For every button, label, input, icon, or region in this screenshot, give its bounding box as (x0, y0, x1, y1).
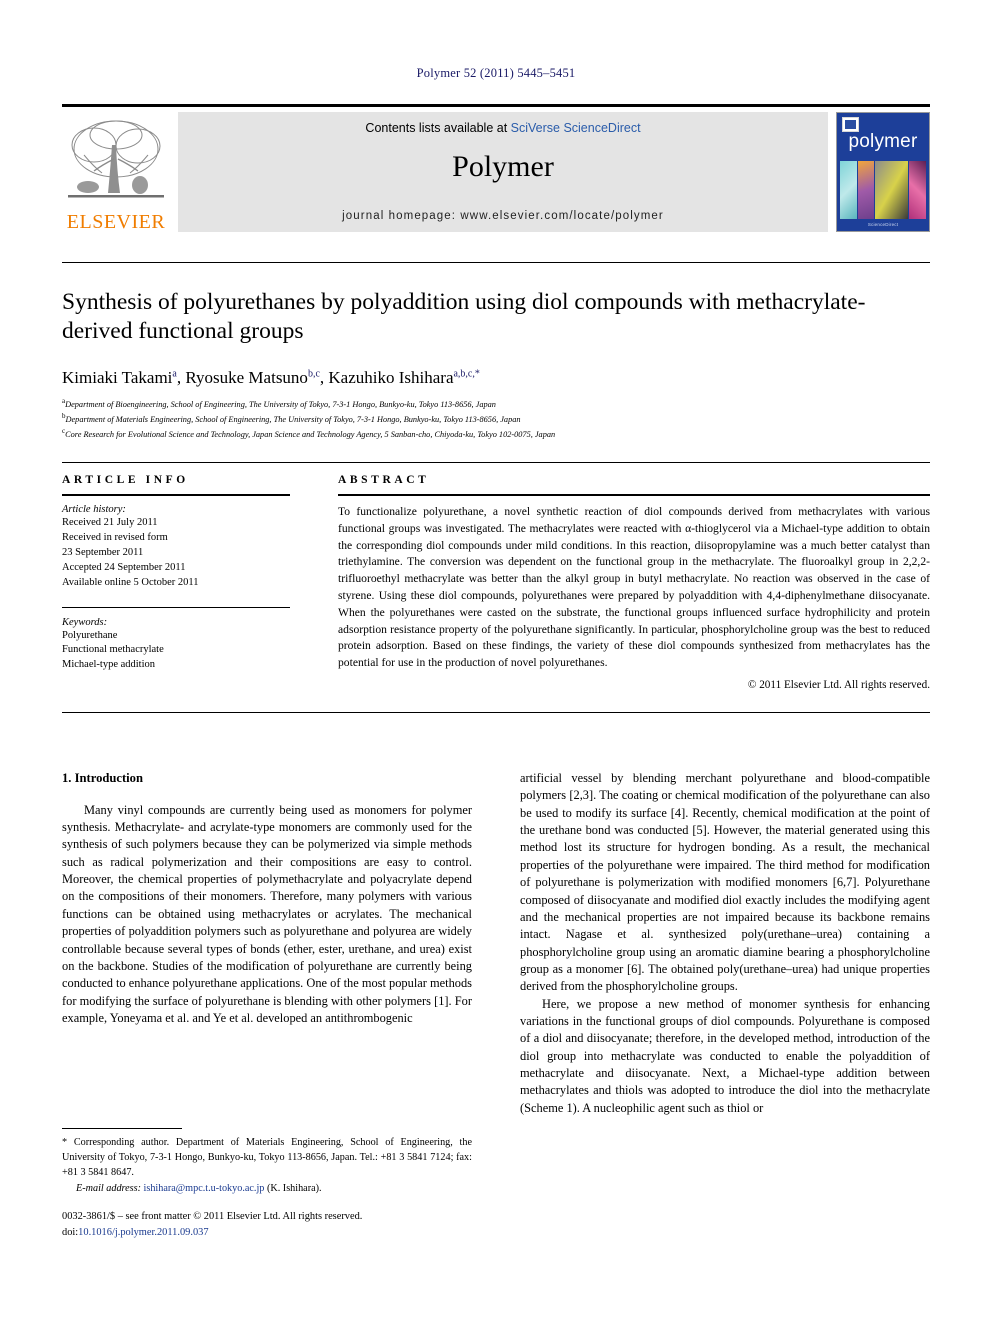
abstract-text: To functionalize polyurethane, a novel s… (338, 505, 930, 670)
email-link[interactable]: ishihara@mpc.t.u-tokyo.ac.jp (144, 1183, 265, 1194)
elsevier-logo: ELSEVIER (62, 112, 170, 232)
author-name: Kimiaki Takami (62, 368, 173, 387)
author-affiliation-marks: a,b,c,* (453, 368, 480, 380)
author-affiliation-marks: b,c (307, 368, 320, 380)
article-history-item: Available online 5 October 2011 (62, 576, 199, 588)
journal-homepage-link[interactable]: journal homepage: www.elsevier.com/locat… (178, 210, 828, 222)
email-address-label: E-mail address: (76, 1183, 141, 1195)
affiliation-item: bDepartment of Materials Engineering, Sc… (62, 411, 922, 426)
abstract-heading: ABSTRACT (338, 474, 430, 486)
affiliation-item: aDepartment of Bioengineering, School of… (62, 396, 922, 411)
corresponding-author-footnote: * Corresponding author. Department of Ma… (62, 1128, 472, 1197)
affiliation-text: Department of Materials Engineering, Sch… (65, 414, 521, 424)
running-head: Polymer 52 (2011) 5445–5451 (416, 66, 576, 80)
page-footer: 0032-3861/$ – see front matter © 2011 El… (62, 1209, 562, 1240)
info-section-bottom-divider (62, 712, 930, 713)
keyword-item: Polyurethane (62, 629, 118, 641)
abstract-divider (338, 494, 930, 496)
journal-masthead: ELSEVIER Contents lists available at Sci… (62, 104, 930, 232)
keyword-item: Functional methacrylate (62, 644, 164, 656)
introduction-heading: 1. Introduction (62, 770, 472, 788)
article-history-item: 23 September 2011 (62, 546, 144, 558)
masthead-center-band: Contents lists available at SciVerse Sci… (178, 112, 828, 232)
author-affiliation-marks: a (172, 368, 177, 380)
cover-footer-text: ScienceDirect (867, 222, 899, 227)
article-history-label: Article history: (62, 504, 126, 515)
footnote-text: * Corresponding author. Department of Ma… (62, 1137, 472, 1178)
article-history-item: Received 21 July 2011 (62, 517, 158, 528)
keyword-item: Michael-type addition (62, 659, 156, 671)
title-divider (62, 262, 930, 263)
affiliation-item: cCore Research for Evolutional Science a… (62, 426, 922, 441)
elsevier-badge-icon (842, 117, 859, 132)
intro-paragraph: Many vinyl compounds are currently being… (62, 802, 472, 1025)
article-history-item: Received in revised form (62, 531, 168, 543)
author-entry: Kazuhiko Ishiharaa,b,c,* (328, 368, 479, 387)
sciencedirect-link[interactable]: SciVerse ScienceDirect (511, 121, 641, 135)
doi-link[interactable]: 10.1016/j.polymer.2011.09.037 (78, 1227, 208, 1238)
footnote-divider (62, 1128, 182, 1129)
author-list: Kimiaki Takamia, Ryosuke Matsunob,c, Kaz… (62, 368, 480, 387)
journal-title: Polymer (452, 150, 554, 183)
body-column-right: artificial vessel by blending merchant p… (520, 770, 930, 1117)
email-owner: (K. Ishihara). (266, 1183, 322, 1195)
body-column-left: 1. Introduction Many vinyl compounds are… (62, 770, 472, 1027)
article-info-heading: ARTICLE INFO (62, 474, 189, 486)
article-history-item: Accepted 24 September 2011 (62, 561, 186, 573)
section-number: 1. (62, 771, 72, 785)
intro-paragraph: artificial vessel by blending merchant p… (520, 771, 930, 994)
intro-paragraph: Here, we propose a new method of monomer… (520, 996, 930, 1115)
elsevier-tree-icon (64, 115, 168, 211)
doi-label: doi: (62, 1226, 79, 1238)
article-info-divider (62, 494, 290, 496)
article-title: Synthesis of polyurethanes by polyadditi… (62, 289, 866, 344)
section-title: Introduction (74, 771, 143, 785)
author-entry: Ryosuke Matsunob,c (185, 368, 320, 387)
journal-cover-thumbnail[interactable]: polymer ScienceDirect (836, 112, 930, 232)
cover-image-collage (840, 161, 926, 219)
article-info-column: ARTICLE INFO Article history: Received 2… (62, 474, 290, 673)
contents-available-line: Contents lists available at SciVerse Sci… (178, 121, 828, 135)
affiliation-list: aDepartment of Bioengineering, School of… (62, 396, 922, 442)
article-page: Polymer 52 (2011) 5445–5451 ELSEVIER Con… (0, 0, 992, 1323)
author-name: Ryosuke Matsuno (185, 368, 308, 387)
affiliation-text: Core Research for Evolutional Science an… (65, 430, 556, 440)
issn-copyright-line: 0032-3861/$ – see front matter © 2011 El… (62, 1211, 363, 1222)
author-entry: Kimiaki Takamia (62, 368, 177, 387)
affiliation-text: Department of Bioengineering, School of … (65, 399, 496, 409)
contents-prefix: Contents lists available at (365, 121, 511, 135)
author-name: Kazuhiko Ishihara (328, 368, 454, 387)
abstract-column: ABSTRACT To functionalize polyurethane, … (338, 474, 930, 691)
info-section-top-divider (62, 462, 930, 463)
elsevier-wordmark: ELSEVIER (66, 211, 166, 233)
footnote-email-line: E-mail address: ishihara@mpc.t.u-tokyo.a… (62, 1182, 472, 1197)
keywords-label: Keywords: (62, 616, 108, 628)
doi-line: doi:10.1016/j.polymer.2011.09.037 (62, 1225, 562, 1241)
keywords-block: Keywords: Polyurethane Functional methac… (62, 606, 290, 674)
abstract-copyright: © 2011 Elsevier Ltd. All rights reserved… (747, 678, 930, 691)
cover-journal-name: polymer (848, 131, 918, 152)
